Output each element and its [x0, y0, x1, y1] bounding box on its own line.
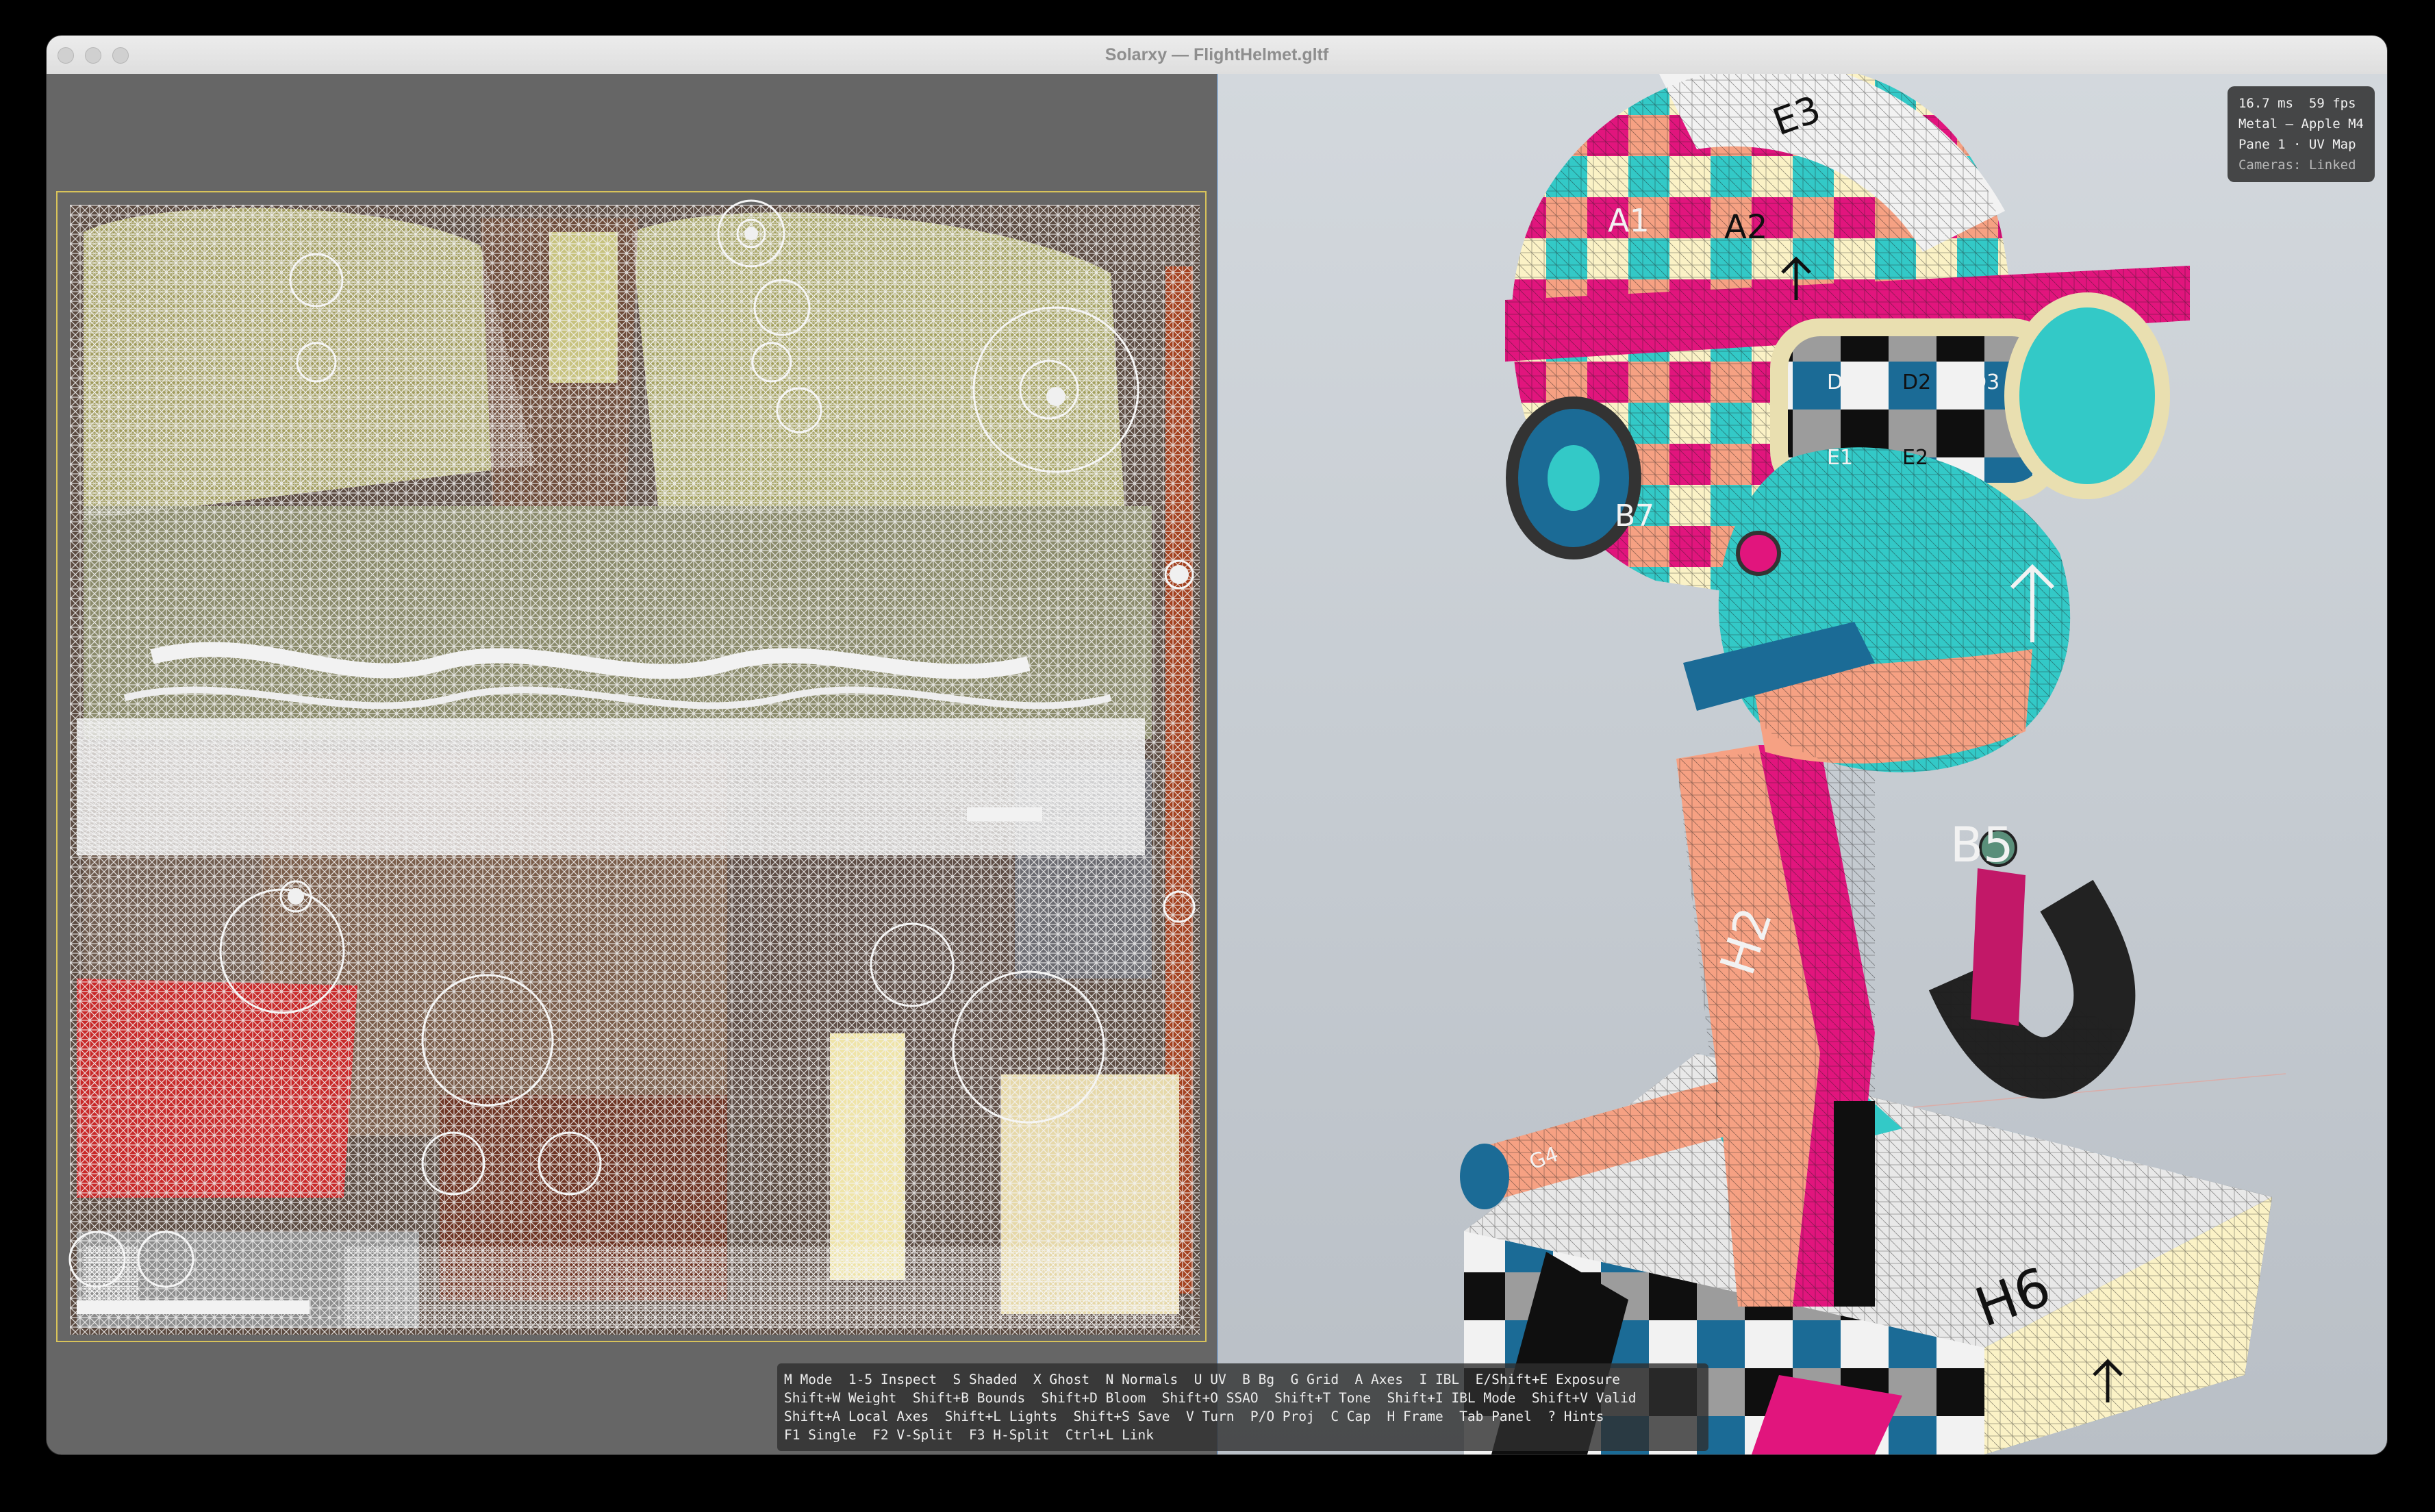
hints-line-4: F1 Single F2 V-Split F3 H-Split Ctrl+L L…: [784, 1427, 1155, 1443]
app-window: Solarxy — FlightHelmet.gltf E3 A1 A2 D1 …: [47, 36, 2387, 1454]
label-b7: B7: [1615, 499, 1654, 533]
frame-timing: 16.7 ms 59 fps: [2238, 96, 2356, 111]
label-d2: D2: [1902, 370, 1931, 394]
camera-link-status: Cameras: Linked: [2238, 158, 2356, 173]
hints-line-3: Shift+A Local Axes Shift+L Lights Shift+…: [784, 1409, 1604, 1424]
label-e2: E2: [1902, 446, 1928, 470]
active-pane-info: Pane 1 · UV Map: [2238, 137, 2356, 152]
model-viewport[interactable]: E3 A1 A2 D1 D2 D3 E1 E2 B7 B5 H2 H6 G4 1…: [1218, 74, 2387, 1454]
label-a1: A1: [1608, 202, 1650, 239]
hints-line-2: Shift+W Weight Shift+B Bounds Shift+D Bl…: [784, 1390, 1637, 1406]
uv-layout: [56, 191, 1207, 1342]
title-bar: Solarxy — FlightHelmet.gltf: [47, 36, 2387, 75]
window-title: Solarxy — FlightHelmet.gltf: [1105, 45, 1329, 64]
render-backend: Metal — Apple M4: [2238, 116, 2364, 131]
label-a2: A2: [1724, 208, 1767, 247]
keyboard-hints-panel: M Mode 1-5 Inspect S Shaded X Ghost N No…: [777, 1363, 1708, 1451]
hints-line-1: M Mode 1-5 Inspect S Shaded X Ghost N No…: [784, 1372, 1620, 1387]
label-e1: E1: [1827, 446, 1853, 470]
label-d1: D1: [1827, 370, 1856, 394]
uv-map-viewport[interactable]: [47, 74, 1218, 1454]
label-b5: B5: [1950, 817, 2014, 873]
stats-overlay: 16.7 ms 59 fps Metal — Apple M4 Pane 1 ·…: [2227, 86, 2375, 182]
flight-helmet-render: E3 A1 A2 D1 D2 D3 E1 E2 B7 B5 H2 H6 G4: [1460, 74, 2286, 1454]
uv-map-canvas: [56, 191, 1207, 1342]
label-d3: D3: [1971, 370, 1999, 394]
